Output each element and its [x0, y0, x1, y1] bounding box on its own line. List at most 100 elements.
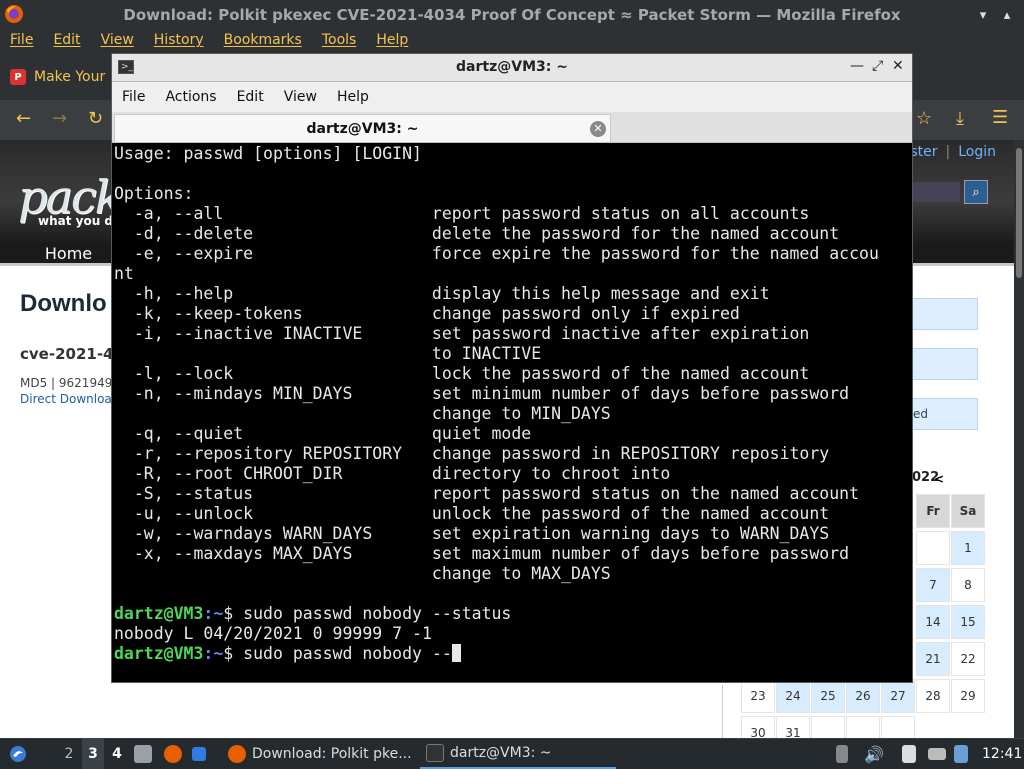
- calendar-day[interactable]: 24: [776, 679, 810, 713]
- terminal-line: Usage: passwd [options] [LOGIN]: [114, 144, 422, 163]
- calendar-day: 31: [776, 716, 810, 738]
- firefox-launcher-icon[interactable]: [164, 739, 182, 769]
- terminal-line: -i, --inactive INACTIVE set password ina…: [114, 324, 810, 343]
- workspace-3[interactable]: 3: [82, 739, 104, 769]
- page-scrollbar[interactable]: [1014, 140, 1024, 738]
- calendar-day[interactable]: 15: [951, 605, 985, 639]
- sidebar-box-3[interactable]: ed: [912, 398, 978, 430]
- menu-tools[interactable]: Tools: [312, 30, 367, 54]
- maximize-button[interactable]: ▴: [996, 4, 1018, 26]
- clipboard-icon[interactable]: [902, 739, 916, 769]
- terminal-menu-edit[interactable]: Edit: [227, 82, 274, 112]
- terminal-line: -a, --all report password status on all …: [114, 204, 810, 223]
- network-icon[interactable]: [954, 739, 968, 769]
- terminal-menu-file[interactable]: File: [112, 82, 155, 112]
- firefox-toolbar-right: ☆ ⤓ ☰: [912, 100, 1024, 140]
- firefox-menubar: File Edit View History Bookmarks Tools H…: [0, 30, 1024, 54]
- back-icon[interactable]: ←: [16, 108, 31, 129]
- menu-bookmarks[interactable]: Bookmarks: [214, 30, 312, 54]
- menu-help[interactable]: Help: [366, 30, 418, 54]
- calendar-day[interactable]: 1: [951, 531, 985, 565]
- menu-file[interactable]: File: [0, 30, 43, 54]
- terminal-titlebar: >_ dartz@VM3: ~ — ⤢ ✕: [112, 54, 912, 82]
- terminal-menu-view[interactable]: View: [274, 82, 327, 112]
- menu-history[interactable]: History: [144, 30, 214, 54]
- calendar-day[interactable]: 26: [846, 679, 880, 713]
- firefox-titlebar: Download: Polkit pkexec CVE-2021-4034 Pr…: [0, 0, 1024, 30]
- calendar-day: 30: [741, 716, 775, 738]
- start-menu-icon[interactable]: [6, 739, 30, 769]
- calendar-day[interactable]: 25: [811, 679, 845, 713]
- file-manager-icon[interactable]: [134, 739, 152, 769]
- direct-download-link[interactable]: Direct Download: [20, 392, 119, 406]
- bookmark-star-icon[interactable]: ☆: [916, 108, 932, 129]
- tab-close-icon[interactable]: ✕: [590, 121, 606, 137]
- calendar-prev-icon[interactable]: <: [934, 472, 948, 486]
- taskbar: 2 3 4 Download: Polkit pke... dartz@VM3:…: [0, 738, 1024, 769]
- restore-icon[interactable]: ⤢: [872, 58, 883, 74]
- minimize-button[interactable]: ▾: [972, 4, 994, 26]
- sidebar-box-2[interactable]: [912, 348, 978, 380]
- terminal-menubar: File Actions Edit View Help: [112, 82, 912, 112]
- battery-icon[interactable]: [836, 739, 848, 769]
- forward-icon[interactable]: →: [52, 108, 67, 129]
- calendar-day: 8: [951, 568, 985, 602]
- workspace-2[interactable]: 2: [58, 739, 80, 769]
- terminal-output[interactable]: Usage: passwd [options] [LOGIN] Options: …: [112, 144, 912, 682]
- volume-icon[interactable]: 🔊: [864, 739, 884, 769]
- workspace-4[interactable]: 4: [106, 739, 128, 769]
- terminal-line: Options:: [114, 184, 194, 203]
- close-icon[interactable]: ✕: [892, 58, 904, 74]
- minimize-icon[interactable]: —: [850, 58, 864, 74]
- packetstorm-favicon: P: [10, 69, 26, 85]
- search-icon[interactable]: ⌕: [964, 180, 988, 204]
- prompt-user: dartz@VM3: [114, 604, 204, 623]
- firefox-tab-label: Make Your P: [34, 69, 119, 85]
- prompt-path: :~: [203, 644, 224, 663]
- calendar-day[interactable]: 14: [916, 605, 950, 639]
- menu-edit[interactable]: Edit: [43, 30, 90, 54]
- calendar-day: 23: [741, 679, 775, 713]
- calendar-header-sa: Sa: [951, 494, 985, 528]
- terminal-window: >_ dartz@VM3: ~ — ⤢ ✕ File Actions Edit …: [111, 53, 913, 683]
- terminal-tabbar: dartz@VM3: ~ ✕: [112, 112, 912, 143]
- calendar-day: 28: [916, 679, 950, 713]
- task-firefox-label: Download: Polkit pke...: [252, 746, 412, 762]
- terminal-menu-actions[interactable]: Actions: [155, 82, 226, 112]
- calendar-day[interactable]: 27: [881, 679, 915, 713]
- prompt-symbol: $: [223, 604, 244, 623]
- terminal-line: change to MAX_DAYS: [114, 564, 611, 583]
- task-terminal[interactable]: dartz@VM3: ~: [420, 739, 616, 769]
- terminal-line: -k, --keep-tokens change password only i…: [114, 304, 740, 323]
- window-list-icon[interactable]: [192, 739, 206, 769]
- calendar-day: [846, 716, 880, 738]
- calendar-day: 22: [951, 642, 985, 676]
- display-icon[interactable]: [928, 739, 946, 769]
- command-input[interactable]: sudo passwd nobody --: [243, 644, 452, 663]
- calendar-day[interactable]: 7: [916, 568, 950, 602]
- task-firefox[interactable]: Download: Polkit pke...: [222, 739, 418, 769]
- terminal-line: -R, --root CHROOT_DIR directory to chroo…: [114, 464, 671, 483]
- sidebar-box-1[interactable]: [912, 298, 978, 330]
- md5-hash: MD5 | 96219492: [20, 376, 120, 390]
- calendar-day: [811, 716, 845, 738]
- prompt-line: dartz@VM3:~$ sudo passwd nobody --status: [114, 604, 912, 624]
- hamburger-menu-icon[interactable]: ☰: [992, 107, 1008, 128]
- menu-view[interactable]: View: [91, 30, 144, 54]
- command-text: sudo passwd nobody --status: [243, 604, 512, 623]
- login-link[interactable]: Login: [958, 144, 996, 160]
- terminal-menu-help[interactable]: Help: [327, 82, 379, 112]
- file-name: cve-2021-40: [20, 345, 124, 363]
- sidebar-box-label: ed: [913, 407, 928, 421]
- calendar-day[interactable]: 21: [916, 642, 950, 676]
- reload-icon[interactable]: ↻: [88, 108, 103, 129]
- terminal-tab[interactable]: dartz@VM3: ~ ✕: [114, 114, 611, 142]
- divider: [722, 685, 723, 738]
- task-terminal-label: dartz@VM3: ~: [450, 745, 552, 761]
- nav-home[interactable]: Home: [26, 242, 112, 266]
- terminal-line: -q, --quiet quiet mode: [114, 424, 532, 443]
- calendar-day: [881, 716, 915, 738]
- scrollbar-thumb[interactable]: [1016, 148, 1022, 278]
- download-icon[interactable]: ⤓: [956, 108, 964, 129]
- calendar-day: 29: [951, 679, 985, 713]
